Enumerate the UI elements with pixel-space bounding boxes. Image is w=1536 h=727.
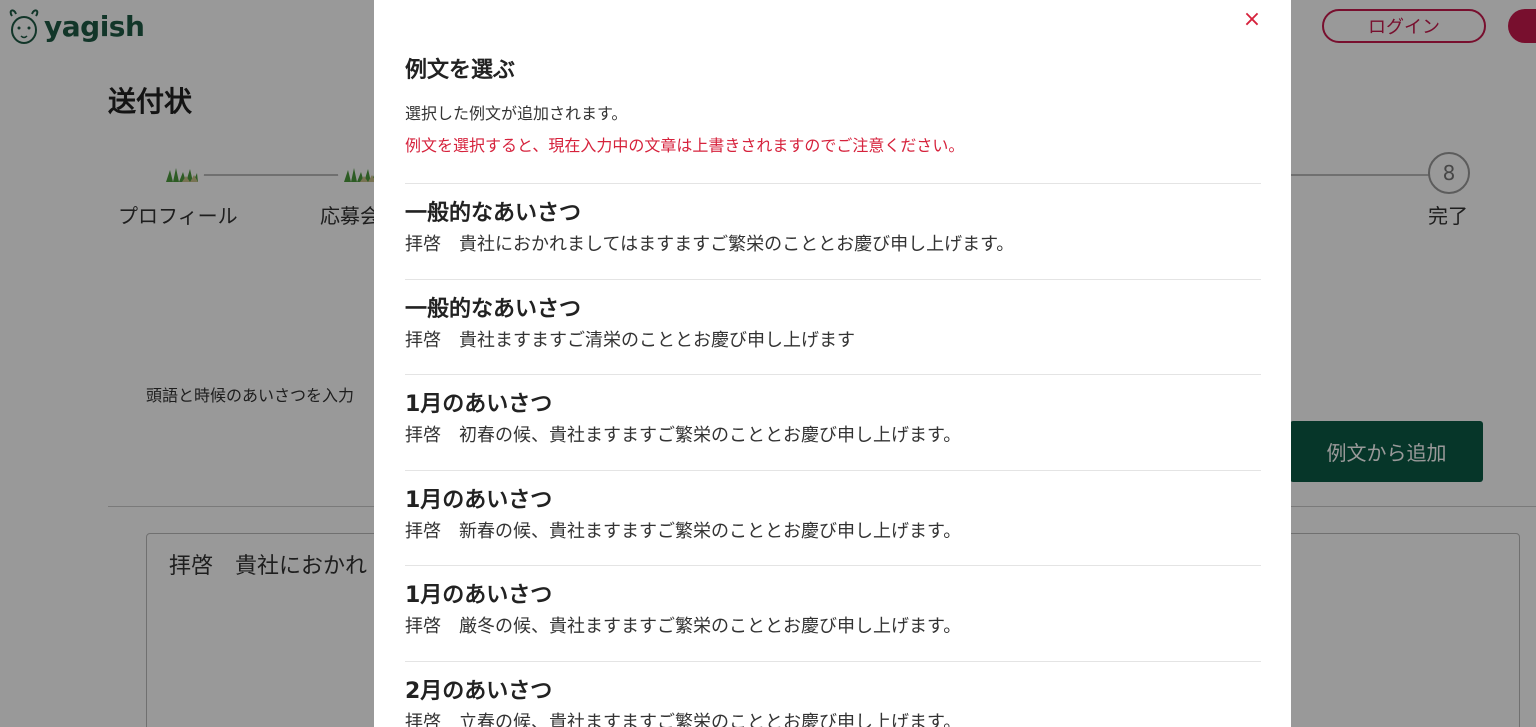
sample-title: 一般的なあいさつ bbox=[405, 201, 582, 226]
sample-item[interactable]: 1月のあいさつ 拝啓 初春の候、貴社ますますご繁栄のこととお慶び申し上げます。 bbox=[405, 374, 1261, 470]
modal-warning: 例文を選択すると、現在入力中の文章は上書きされますのでご注意ください。 bbox=[405, 136, 965, 155]
sample-text: 拝啓 新春の候、貴社ますますご繁栄のこととお慶び申し上げます。 bbox=[405, 520, 962, 542]
sample-text: 拝啓 厳冬の候、貴社ますますご繁栄のこととお慶び申し上げます。 bbox=[405, 616, 962, 638]
sample-title: 一般的なあいさつ bbox=[405, 296, 582, 322]
sample-item[interactable]: 1月のあいさつ 拝啓 厳冬の候、貴社ますますご繁栄のこととお慶び申し上げます。 bbox=[405, 565, 1261, 661]
close-icon[interactable]: × bbox=[1239, 6, 1265, 32]
sample-select-modal: × 例文を選ぶ 選択した例文が追加されます。 例文を選択すると、現在入力中の文章… bbox=[374, 0, 1291, 727]
sample-list: 一般的なあいさつ 拝啓 貴社におかれましてはますますご繁栄のこととお慶び申し上げ… bbox=[405, 183, 1261, 727]
sample-text: 拝啓 貴社ますますご清栄のこととお慶び申し上げます bbox=[405, 329, 855, 351]
sample-text: 拝啓 立春の候、貴社ますますご繁栄のこととお慶び申し上げます。 bbox=[405, 711, 962, 727]
modal-description: 選択した例文が追加されます。 bbox=[405, 104, 628, 123]
sample-text: 拝啓 初春の候、貴社ますますご繁栄のこととお慶び申し上げます。 bbox=[405, 425, 962, 447]
sample-title: 1月のあいさつ bbox=[405, 583, 553, 609]
sample-text: 拝啓 貴社におかれましてはますますご繁栄のこととお慶び申し上げます。 bbox=[405, 234, 1015, 255]
sample-item[interactable]: 一般的なあいさつ 拝啓 貴社におかれましてはますますご繁栄のこととお慶び申し上げ… bbox=[405, 183, 1261, 279]
sample-item[interactable]: 1月のあいさつ 拝啓 新春の候、貴社ますますご繁栄のこととお慶び申し上げます。 bbox=[405, 469, 1261, 566]
sample-item[interactable]: 一般的なあいさつ 拝啓 貴社ますますご清栄のこととお慶び申し上げます bbox=[405, 278, 1261, 375]
sample-title: 2月のあいさつ bbox=[405, 678, 553, 704]
modal-title: 例文を選ぶ bbox=[405, 58, 516, 83]
sample-title: 1月のあいさつ bbox=[405, 487, 553, 513]
sample-title: 1月のあいさつ bbox=[405, 392, 553, 418]
sample-item[interactable]: 2月のあいさつ 拝啓 立春の候、貴社ますますご繁栄のこととお慶び申し上げます。 bbox=[405, 660, 1261, 727]
